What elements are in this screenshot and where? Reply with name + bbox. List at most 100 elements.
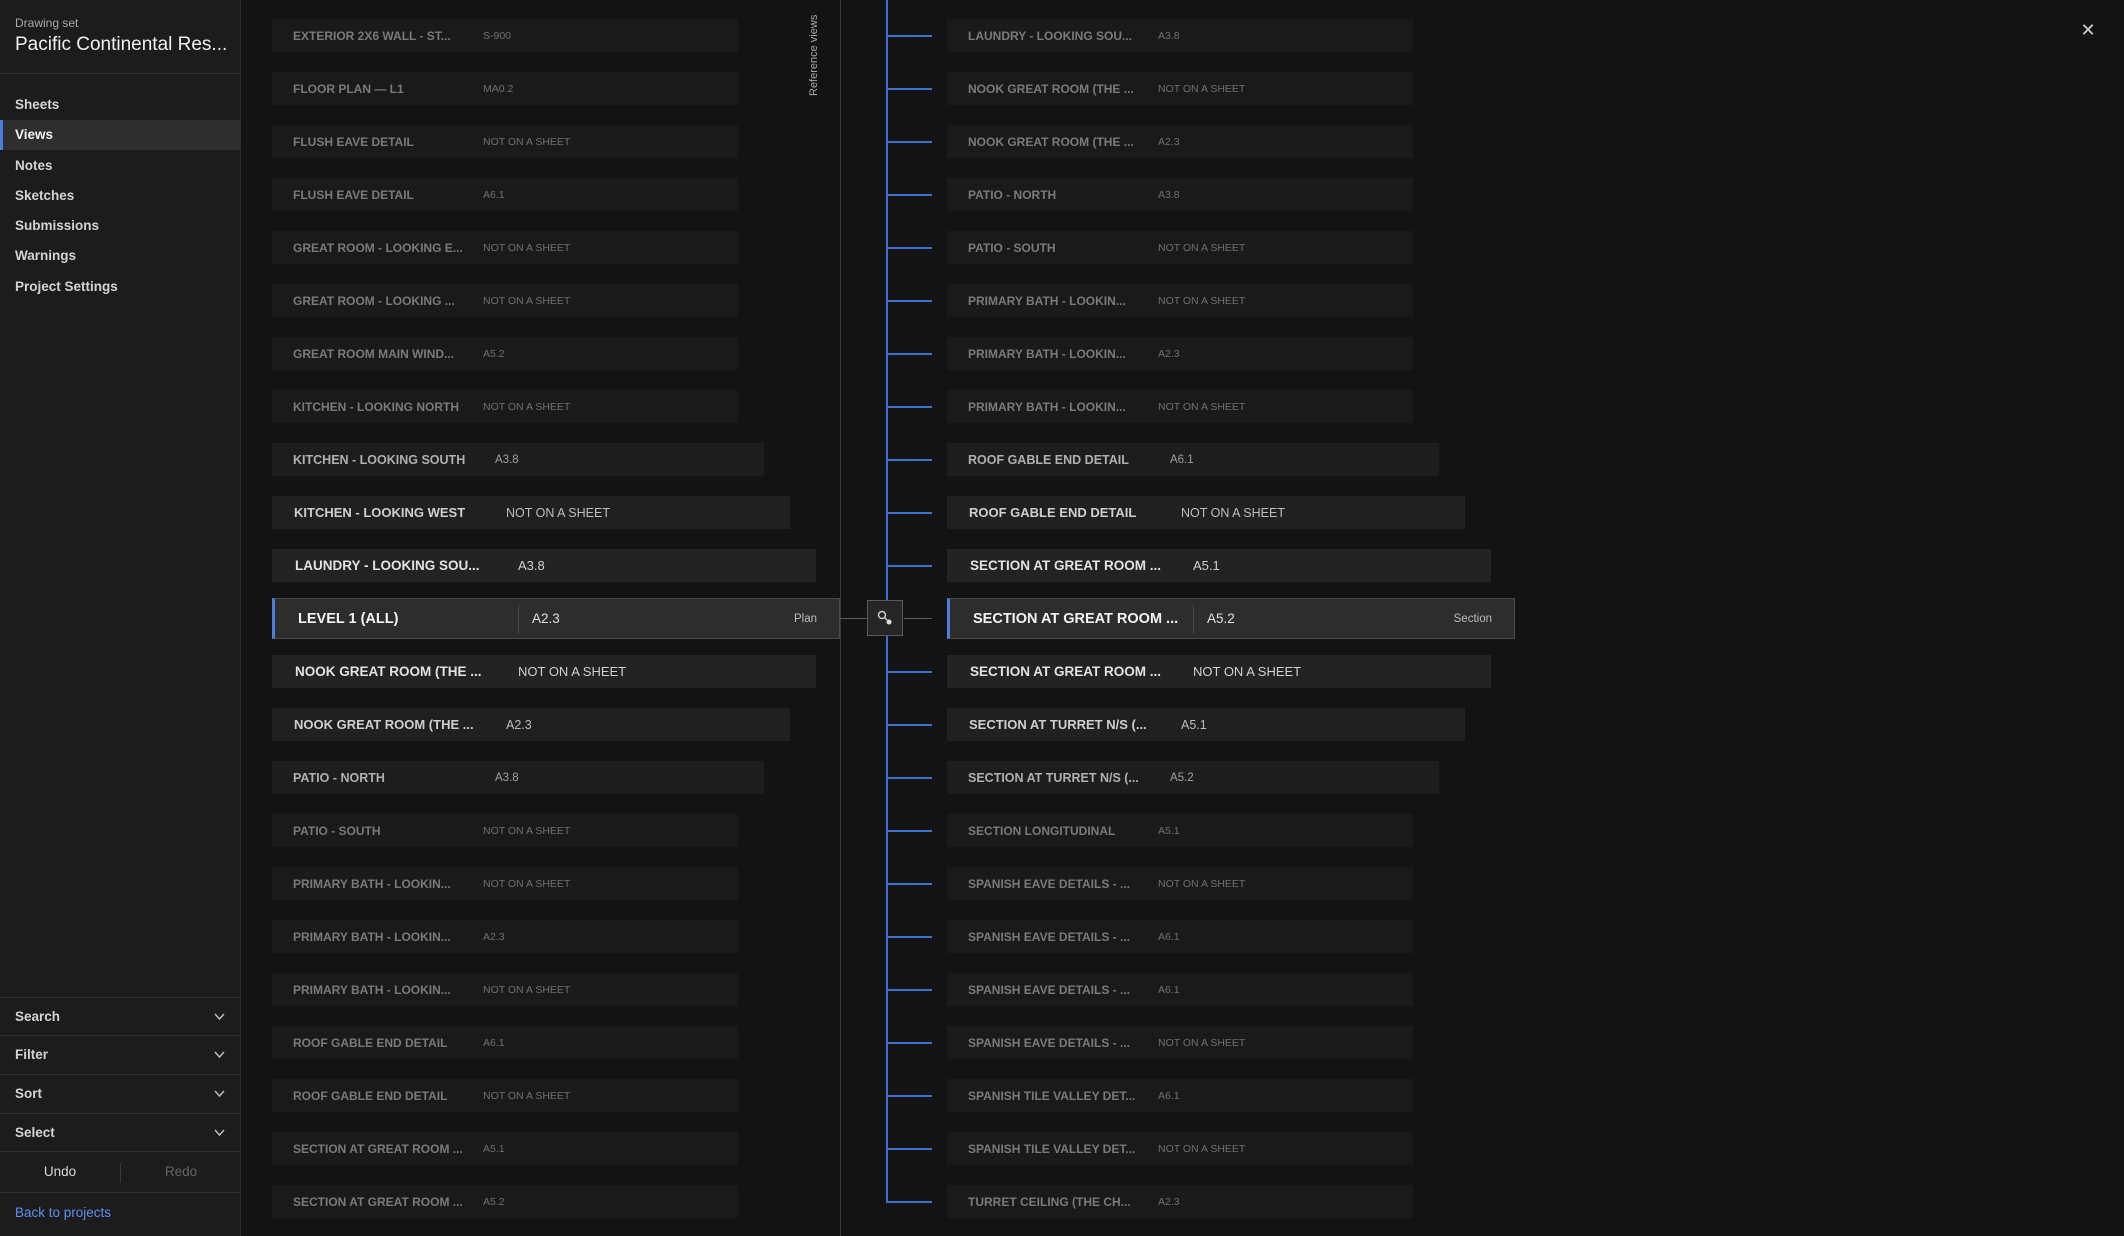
sheet-reference: NOT ON A SHEET (1158, 241, 1246, 254)
left-view-row[interactable]: FLUSH EAVE DETAIL A6.1 (272, 178, 738, 211)
view-name: ROOF GABLE END DETAIL (293, 1035, 448, 1050)
right-view-row[interactable]: PRIMARY BATH - LOOKIN... NOT ON A SHEET (947, 390, 1413, 423)
right-view-row[interactable]: SECTION AT TURRET N/S (... A5.2 (947, 761, 1439, 794)
sheet-reference: A5.1 (1193, 558, 1220, 573)
right-view-row[interactable]: SPANISH EAVE DETAILS - ... A6.1 (947, 973, 1413, 1006)
redo-button[interactable]: Redo (121, 1152, 241, 1192)
sheet-reference: NOT ON A SHEET (1158, 1142, 1246, 1155)
right-view-row[interactable]: SPANISH EAVE DETAILS - ... A6.1 (947, 920, 1413, 953)
undo-button[interactable]: Undo (0, 1152, 120, 1192)
view-name: SECTION AT TURRET N/S (... (969, 717, 1147, 732)
left-view-row[interactable]: ROOF GABLE END DETAIL A6.1 (272, 1026, 738, 1059)
undo-redo-bar: Undo Redo (0, 1151, 241, 1193)
right-view-row[interactable]: PRIMARY BATH - LOOKIN... NOT ON A SHEET (947, 284, 1413, 317)
right-view-row[interactable]: SPANISH EAVE DETAILS - ... NOT ON A SHEET (947, 867, 1413, 900)
view-name: PRIMARY BATH - LOOKIN... (293, 929, 451, 944)
filter-section-label: Filter (15, 1047, 49, 1062)
right-view-row[interactable]: TURRET CEILING (THE CH... A2.3 (947, 1185, 1413, 1218)
right-view-row[interactable]: SECTION AT GREAT ROOM ... NOT ON A SHEET (947, 655, 1491, 688)
left-view-row[interactable]: FLOOR PLAN — L1 MA0.2 (272, 72, 738, 105)
sort-section-toggle[interactable]: Sort (0, 1074, 241, 1112)
sheet-reference: A5.2 (1207, 611, 1235, 626)
reference-branch-line (886, 883, 932, 885)
left-view-row[interactable]: GREAT ROOM MAIN WIND... A5.2 (272, 337, 738, 370)
right-view-row[interactable]: PRIMARY BATH - LOOKIN... A2.3 (947, 337, 1413, 370)
sidebar-item-views[interactable]: Views (0, 120, 241, 151)
right-view-row[interactable]: SPANISH TILE VALLEY DET... A6.1 (947, 1079, 1413, 1112)
sheet-reference: NOT ON A SHEET (1158, 294, 1246, 307)
left-view-row[interactable]: NOOK GREAT ROOM (THE ... NOT ON A SHEET (272, 655, 816, 688)
left-view-row[interactable]: KITCHEN - LOOKING NORTH NOT ON A SHEET (272, 390, 738, 423)
left-view-row[interactable]: PRIMARY BATH - LOOKIN... NOT ON A SHEET (272, 973, 738, 1006)
sheet-reference: A6.1 (1158, 1089, 1180, 1102)
left-view-row[interactable]: PATIO - SOUTH NOT ON A SHEET (272, 814, 738, 847)
view-name: PATIO - NORTH (968, 187, 1057, 202)
search-section-toggle[interactable]: Search (0, 997, 241, 1035)
left-view-row-selected[interactable]: LEVEL 1 (ALL) A2.3 Plan (272, 598, 840, 639)
right-view-row[interactable]: NOOK GREAT ROOM (THE ... NOT ON A SHEET (947, 72, 1413, 105)
sheet-reference: NOT ON A SHEET (1158, 400, 1246, 413)
link-node-icon[interactable] (867, 600, 903, 636)
sidebar-item-project-settings[interactable]: Project Settings (0, 272, 241, 302)
reference-branch-line (886, 777, 932, 779)
search-section-label: Search (15, 1009, 61, 1024)
row-divider (518, 605, 519, 634)
connector-line-left (840, 618, 868, 619)
sidebar-item-warnings[interactable]: Warnings (0, 241, 241, 271)
right-view-row-selected[interactable]: SECTION AT GREAT ROOM ... A5.2 Section (947, 598, 1515, 639)
view-name: KITCHEN - LOOKING NORTH (293, 399, 459, 414)
sidebar-item-submissions[interactable]: Submissions (0, 211, 241, 241)
sheet-reference: A2.3 (1158, 347, 1180, 360)
select-section-toggle[interactable]: Select (0, 1113, 241, 1151)
right-view-row[interactable]: PATIO - SOUTH NOT ON A SHEET (947, 231, 1413, 264)
right-view-row[interactable]: SPANISH TILE VALLEY DET... NOT ON A SHEET (947, 1132, 1413, 1165)
left-view-row[interactable]: SECTION AT GREAT ROOM ... A5.1 (272, 1132, 738, 1165)
sheet-reference: A5.1 (1181, 717, 1207, 732)
view-name: PRIMARY BATH - LOOKIN... (968, 293, 1126, 308)
right-view-row[interactable]: NOOK GREAT ROOM (THE ... A2.3 (947, 125, 1413, 158)
left-view-row[interactable]: KITCHEN - LOOKING WEST NOT ON A SHEET (272, 496, 790, 529)
reference-branch-line (886, 565, 932, 567)
left-view-row[interactable]: LAUNDRY - LOOKING SOU... A3.8 (272, 549, 816, 582)
left-view-row[interactable]: ROOF GABLE END DETAIL NOT ON A SHEET (272, 1079, 738, 1112)
right-view-row[interactable]: SECTION AT GREAT ROOM ... A5.1 (947, 549, 1491, 582)
left-view-row[interactable]: PRIMARY BATH - LOOKIN... A2.3 (272, 920, 738, 953)
left-view-row[interactable]: FLUSH EAVE DETAIL NOT ON A SHEET (272, 125, 738, 158)
right-view-row[interactable]: LAUNDRY - LOOKING SOU... A3.8 (947, 19, 1413, 52)
sheet-reference: NOT ON A SHEET (1193, 664, 1302, 679)
left-view-row[interactable]: PRIMARY BATH - LOOKIN... NOT ON A SHEET (272, 867, 738, 900)
sheet-reference: S-900 (483, 29, 512, 42)
view-name: ROOF GABLE END DETAIL (293, 1088, 448, 1103)
left-view-row[interactable]: NOOK GREAT ROOM (THE ... A2.3 (272, 708, 790, 741)
project-title[interactable]: Pacific Continental Res... (15, 34, 230, 56)
left-view-row[interactable]: PATIO - NORTH A3.8 (272, 761, 764, 794)
right-view-row[interactable]: SPANISH EAVE DETAILS - ... NOT ON A SHEET (947, 1026, 1413, 1059)
filter-section-toggle[interactable]: Filter (0, 1035, 241, 1073)
view-name: PRIMARY BATH - LOOKIN... (293, 876, 451, 891)
sidebar-item-sheets[interactable]: Sheets (0, 90, 241, 120)
left-view-row[interactable]: KITCHEN - LOOKING SOUTH A3.8 (272, 443, 764, 476)
view-name: SECTION AT TURRET N/S (... (968, 770, 1139, 785)
left-view-row[interactable]: SECTION AT GREAT ROOM ... A5.2 (272, 1185, 738, 1218)
right-view-row[interactable]: ROOF GABLE END DETAIL A6.1 (947, 443, 1439, 476)
right-view-row[interactable]: ROOF GABLE END DETAIL NOT ON A SHEET (947, 496, 1465, 529)
back-to-projects-link[interactable]: Back to projects (15, 1205, 111, 1220)
view-name: EXTERIOR 2X6 WALL - ST... (293, 28, 451, 43)
sheet-reference: A2.3 (1158, 135, 1180, 148)
view-name: SECTION LONGITUDINAL (968, 823, 1116, 838)
view-name: SPANISH EAVE DETAILS - ... (968, 929, 1131, 944)
reference-branch-line (886, 247, 932, 249)
right-view-row[interactable]: SECTION AT TURRET N/S (... A5.1 (947, 708, 1465, 741)
sheet-reference: NOT ON A SHEET (1158, 82, 1246, 95)
close-icon[interactable]: ✕ (2076, 18, 2100, 42)
left-view-row[interactable]: GREAT ROOM - LOOKING ... NOT ON A SHEET (272, 284, 738, 317)
sheet-reference: A6.1 (483, 188, 505, 201)
sheet-reference: NOT ON A SHEET (483, 1089, 571, 1102)
sidebar-item-notes[interactable]: Notes (0, 151, 241, 181)
right-view-row[interactable]: SECTION LONGITUDINAL A5.1 (947, 814, 1413, 847)
view-name: SECTION AT GREAT ROOM ... (293, 1141, 463, 1156)
left-view-row[interactable]: EXTERIOR 2X6 WALL - ST... S-900 (272, 19, 738, 52)
sidebar-item-sketches[interactable]: Sketches (0, 181, 241, 211)
left-view-row[interactable]: GREAT ROOM - LOOKING E... NOT ON A SHEET (272, 231, 738, 264)
right-view-row[interactable]: PATIO - NORTH A3.8 (947, 178, 1413, 211)
